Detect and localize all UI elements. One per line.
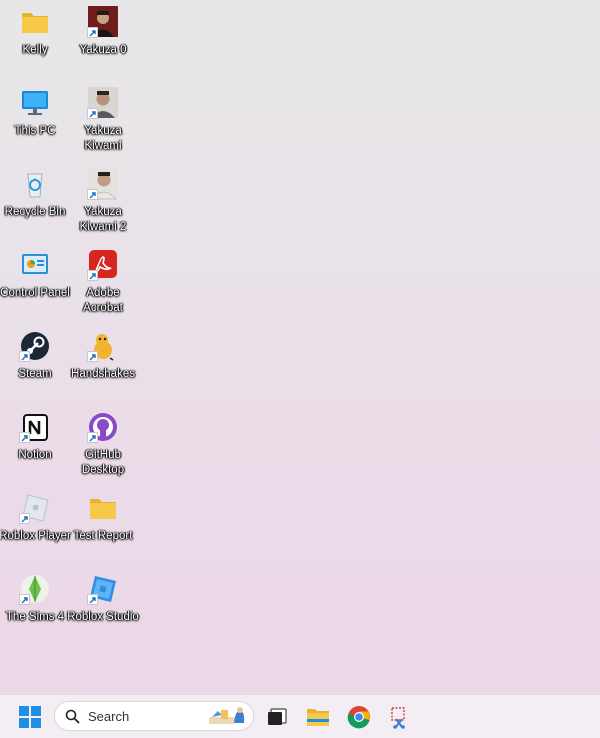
desktop-icon-label: Adobe Acrobat: [83, 287, 123, 314]
desktop-icon-yakuza-kiwami-2[interactable]: Yakuza Kiwami 2: [67, 164, 139, 235]
desktop-icon-label: GitHub Desktop: [81, 449, 125, 476]
search-box[interactable]: Search: [54, 701, 254, 731]
desktop-icon-control-panel[interactable]: Control Panel: [0, 245, 71, 301]
desktop-icon-the-sims-4[interactable]: The Sims 4: [0, 569, 71, 625]
file-explorer-icon: [307, 709, 329, 726]
desktop-icon-label: Yakuza Kiwami: [84, 125, 122, 152]
yakuza-kiwami-icon: [87, 87, 119, 119]
desktop-icon-label: Kelly: [22, 44, 48, 56]
file-explorer-button[interactable]: [304, 703, 332, 731]
control-panel-icon: [19, 249, 51, 281]
folder-icon: [87, 492, 119, 524]
shortcut-arrow-icon: [87, 108, 98, 119]
desktop-icon-label: Notion: [18, 449, 52, 461]
desktop-icon-this-pc[interactable]: This PC: [0, 83, 71, 139]
desktop-icon-kelly[interactable]: Kelly: [0, 2, 71, 58]
desktop-icon-label: Handshakes: [71, 368, 135, 380]
desktop-icon-roblox-studio[interactable]: Roblox Studio: [67, 569, 139, 625]
desktop-icon-label: The Sims 4: [5, 611, 65, 623]
desktop-icon-test-report[interactable]: Test Report: [67, 488, 139, 544]
steam-icon: [19, 330, 51, 362]
shortcut-arrow-icon: [19, 351, 30, 362]
desktop-icon-label: Recycle Bin: [4, 206, 66, 218]
desktop-icon-roblox-player[interactable]: Roblox Player: [0, 488, 71, 544]
desktop-icon-label: Roblox Studio: [67, 611, 139, 623]
shortcut-arrow-icon: [87, 432, 98, 443]
desktop: Kelly This PC Recycle Bin Control Panel …: [0, 0, 600, 694]
shortcut-arrow-icon: [87, 270, 98, 281]
roblox-studio-icon: [87, 573, 119, 605]
chrome-button[interactable]: [345, 703, 373, 731]
desktop-icon-adobe-acrobat[interactable]: Adobe Acrobat: [67, 245, 139, 316]
desktop-icon-label: Test Report: [73, 530, 133, 542]
yakuza-0-icon: [87, 6, 119, 38]
shortcut-arrow-icon: [87, 27, 98, 38]
github-desktop-icon: [87, 411, 119, 443]
search-highlight-icon: [209, 707, 245, 724]
shortcut-arrow-icon: [19, 594, 30, 605]
desktop-icon-label: This PC: [14, 125, 56, 137]
desktop-icon-label: Yakuza Kiwami 2: [79, 206, 127, 233]
recycle-bin-icon: [19, 168, 51, 200]
taskbar: Search: [0, 694, 600, 738]
task-view-icon: [268, 708, 287, 725]
adobe-acrobat-icon: [87, 249, 119, 281]
notion-icon: [19, 411, 51, 443]
sims-4-icon: [19, 573, 51, 605]
shortcut-arrow-icon: [19, 513, 30, 524]
snipping-tool-icon: [391, 707, 405, 729]
shortcut-arrow-icon: [87, 594, 98, 605]
desktop-icon-steam[interactable]: Steam: [0, 326, 71, 382]
yakuza-kiwami-2-icon: [87, 168, 119, 200]
search-placeholder: Search: [88, 709, 130, 724]
snipping-tool-button[interactable]: [386, 703, 414, 731]
shortcut-arrow-icon: [87, 351, 98, 362]
desktop-icon-yakuza-kiwami[interactable]: Yakuza Kiwami: [67, 83, 139, 154]
search-icon: [65, 709, 80, 724]
chrome-icon: [347, 706, 370, 729]
task-view-button[interactable]: [263, 703, 291, 731]
desktop-icon-label: Roblox Player: [0, 530, 71, 542]
roblox-player-icon: [19, 492, 51, 524]
windows-start-icon: [19, 706, 41, 728]
desktop-icon-handshakes[interactable]: Handshakes: [67, 326, 139, 382]
desktop-icon-yakuza-0[interactable]: Yakuza 0: [67, 2, 139, 58]
desktop-icon-notion[interactable]: Notion: [0, 407, 71, 463]
start-button[interactable]: [16, 703, 44, 731]
shortcut-arrow-icon: [19, 432, 30, 443]
desktop-icon-recycle-bin[interactable]: Recycle Bin: [0, 164, 71, 220]
desktop-icon-label: Control Panel: [0, 287, 70, 299]
folder-icon: [19, 6, 51, 38]
desktop-icon-label: Steam: [18, 368, 52, 380]
desktop-icon-label: Yakuza 0: [79, 44, 127, 56]
desktop-icon-github-desktop[interactable]: GitHub Desktop: [67, 407, 139, 478]
monitor-icon: [19, 87, 51, 119]
shortcut-arrow-icon: [87, 189, 98, 200]
handshakes-icon: [87, 330, 119, 362]
